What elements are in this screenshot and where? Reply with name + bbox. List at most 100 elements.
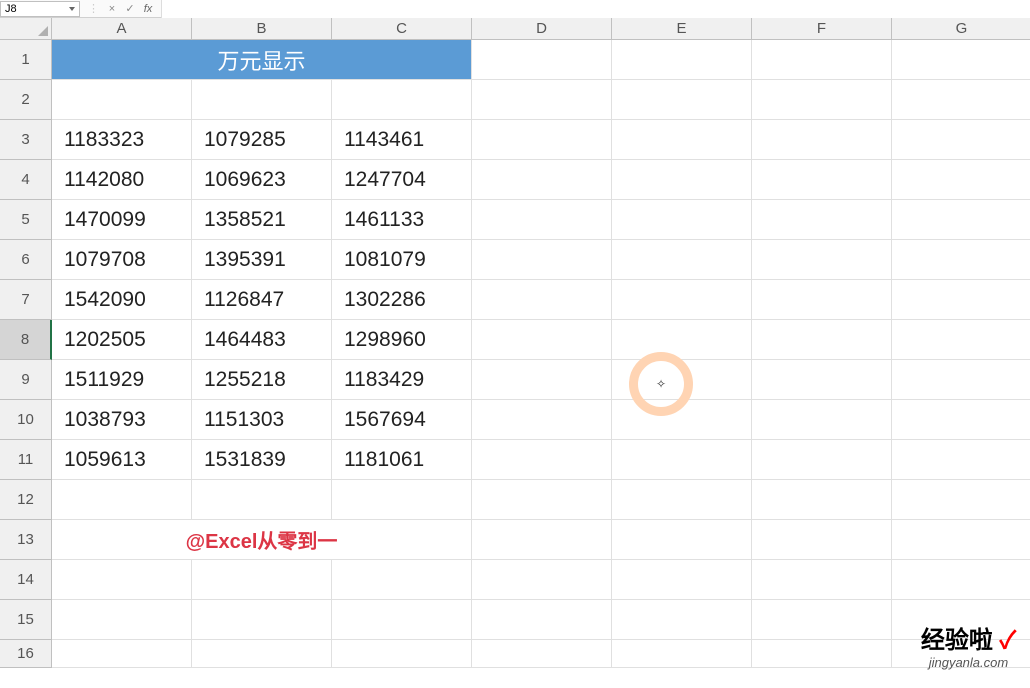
col-header-a[interactable]: A — [52, 18, 192, 40]
cell[interactable] — [752, 200, 892, 240]
cell[interactable] — [332, 640, 472, 668]
cell[interactable] — [752, 280, 892, 320]
cell[interactable]: 1302286 — [332, 280, 472, 320]
cell[interactable] — [612, 320, 752, 360]
cell[interactable] — [472, 240, 612, 280]
cell[interactable] — [752, 480, 892, 520]
cell[interactable] — [612, 280, 752, 320]
cell[interactable] — [892, 280, 1030, 320]
cell[interactable] — [752, 440, 892, 480]
col-header-f[interactable]: F — [752, 18, 892, 40]
cell[interactable] — [472, 360, 612, 400]
cell[interactable] — [892, 480, 1030, 520]
cell[interactable]: 1470099 — [52, 200, 192, 240]
cell[interactable] — [472, 600, 612, 640]
chevron-down-icon[interactable] — [69, 7, 75, 11]
annotation-cell[interactable]: @Excel从零到一 — [52, 520, 472, 560]
row-header[interactable]: 15 — [0, 600, 52, 640]
cell[interactable]: 1183429 — [332, 360, 472, 400]
formula-input[interactable] — [161, 0, 1030, 18]
cell[interactable] — [892, 120, 1030, 160]
cell[interactable] — [752, 240, 892, 280]
cell[interactable] — [332, 560, 472, 600]
cell[interactable]: 1298960 — [332, 320, 472, 360]
cell[interactable]: 1531839 — [192, 440, 332, 480]
cell[interactable] — [612, 40, 752, 80]
cell[interactable] — [892, 240, 1030, 280]
row-header[interactable]: 1 — [0, 40, 52, 80]
cell[interactable] — [752, 360, 892, 400]
cell[interactable]: 1081079 — [332, 240, 472, 280]
cell[interactable] — [472, 520, 612, 560]
cell[interactable] — [472, 120, 612, 160]
cell[interactable] — [892, 320, 1030, 360]
row-header[interactable]: 8 — [0, 320, 52, 360]
cell[interactable] — [472, 560, 612, 600]
row-header[interactable]: 12 — [0, 480, 52, 520]
cell[interactable] — [472, 200, 612, 240]
check-icon[interactable]: ✓ — [123, 2, 137, 16]
cell[interactable] — [52, 480, 192, 520]
col-header-g[interactable]: G — [892, 18, 1030, 40]
cell[interactable]: 1464483 — [192, 320, 332, 360]
cancel-icon[interactable]: × — [105, 2, 119, 16]
col-header-c[interactable]: C — [332, 18, 472, 40]
cell[interactable] — [892, 160, 1030, 200]
cell[interactable] — [192, 480, 332, 520]
cell[interactable] — [892, 400, 1030, 440]
cell[interactable] — [892, 520, 1030, 560]
name-box[interactable]: J8 — [0, 1, 80, 17]
row-header[interactable]: 3 — [0, 120, 52, 160]
cell[interactable] — [472, 400, 612, 440]
cell[interactable] — [612, 240, 752, 280]
select-all-corner[interactable] — [0, 18, 52, 40]
cell[interactable]: 1567694 — [332, 400, 472, 440]
cell[interactable] — [472, 40, 612, 80]
cell[interactable] — [612, 200, 752, 240]
col-header-b[interactable]: B — [192, 18, 332, 40]
cell[interactable]: 1542090 — [52, 280, 192, 320]
cell[interactable] — [752, 120, 892, 160]
fx-icon[interactable]: fx — [141, 2, 155, 16]
cell[interactable] — [892, 80, 1030, 120]
cell[interactable] — [52, 640, 192, 668]
cell[interactable] — [52, 80, 192, 120]
cell[interactable] — [52, 560, 192, 600]
cell[interactable] — [892, 360, 1030, 400]
cell[interactable] — [192, 80, 332, 120]
row-header[interactable]: 10 — [0, 400, 52, 440]
cell[interactable]: 1181061 — [332, 440, 472, 480]
cell[interactable] — [892, 200, 1030, 240]
col-header-e[interactable]: E — [612, 18, 752, 40]
cell[interactable] — [612, 520, 752, 560]
cell[interactable]: 1395391 — [192, 240, 332, 280]
cell[interactable] — [752, 320, 892, 360]
cell[interactable] — [612, 400, 752, 440]
cell[interactable] — [752, 160, 892, 200]
cell[interactable] — [892, 440, 1030, 480]
cell[interactable] — [752, 600, 892, 640]
cell[interactable] — [612, 160, 752, 200]
cell[interactable] — [472, 440, 612, 480]
cell[interactable] — [752, 560, 892, 600]
cell[interactable]: 1358521 — [192, 200, 332, 240]
row-header[interactable]: 14 — [0, 560, 52, 600]
cell[interactable]: 1255218 — [192, 360, 332, 400]
cell[interactable] — [472, 160, 612, 200]
row-header[interactable]: 9 — [0, 360, 52, 400]
cell[interactable] — [612, 120, 752, 160]
cell[interactable]: 1143461 — [332, 120, 472, 160]
cell[interactable] — [192, 560, 332, 600]
cell[interactable] — [752, 520, 892, 560]
cell[interactable] — [752, 80, 892, 120]
row-header[interactable]: 4 — [0, 160, 52, 200]
cell[interactable] — [612, 80, 752, 120]
cell[interactable] — [332, 80, 472, 120]
cell[interactable]: 1202505 — [52, 320, 192, 360]
col-header-d[interactable]: D — [472, 18, 612, 40]
cell[interactable] — [612, 440, 752, 480]
cell[interactable] — [192, 640, 332, 668]
row-header[interactable]: 6 — [0, 240, 52, 280]
row-header[interactable]: 2 — [0, 80, 52, 120]
cell[interactable]: 1038793 — [52, 400, 192, 440]
